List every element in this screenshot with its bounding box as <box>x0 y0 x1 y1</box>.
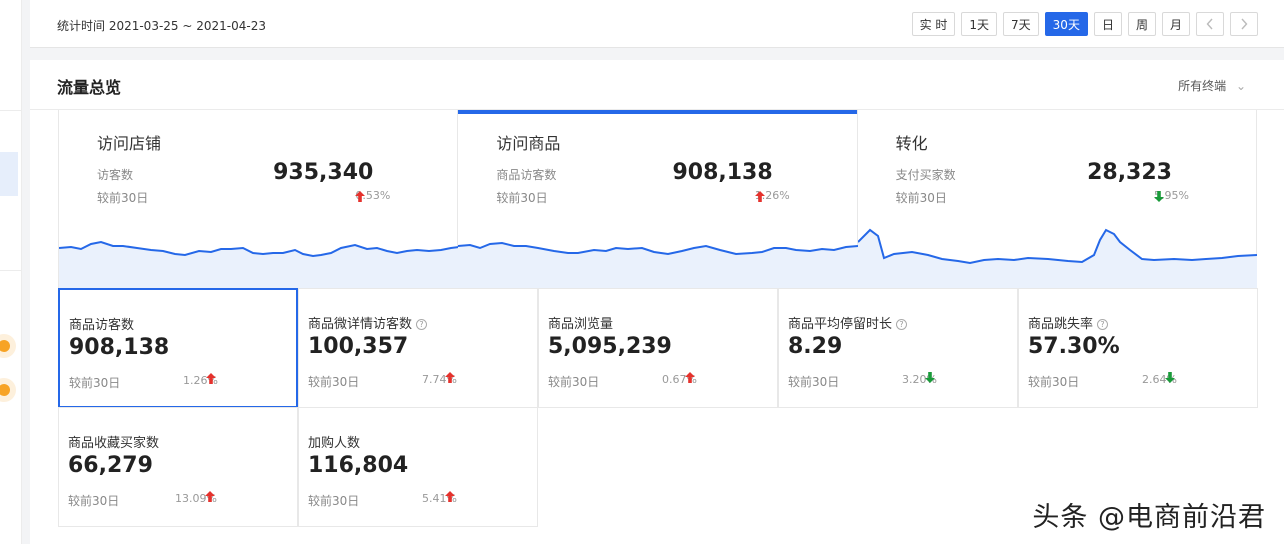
next-period-button[interactable] <box>1230 12 1258 36</box>
arrow-down-icon <box>1154 191 1165 202</box>
notification-dot-icon[interactable] <box>0 384 10 396</box>
metric-value: 8.29 <box>788 334 843 359</box>
overview-metric-label: 商品访客数 <box>496 168 557 182</box>
overview-card-title: 转化 <box>895 134 928 153</box>
overview-compare-label: 较前30日 <box>97 191 149 205</box>
traffic-overview-panel: 流量总览 所有终端 ⌄ 访问店铺 访客数 935,340 较前30日 0.53%… <box>30 60 1284 544</box>
sidebar-active-item[interactable] <box>0 152 18 196</box>
arrow-down-icon <box>1165 372 1175 383</box>
metric-value: 5,095,239 <box>548 334 672 359</box>
overview-compare-label: 较前30日 <box>496 191 548 205</box>
chevron-right-icon <box>1241 18 1248 30</box>
metric-name: 加购人数 <box>308 436 361 451</box>
overview-compare-label: 较前30日 <box>895 191 947 205</box>
prev-period-button[interactable] <box>1196 12 1224 36</box>
overview-change: 1.26% <box>754 189 790 202</box>
metric-value: 908,138 <box>69 335 170 360</box>
metric-card-bounce-rate[interactable]: 商品跳失率? 57.30% 较前30日 2.64% <box>1018 288 1258 408</box>
stats-time-bar: 统计时间 2021-03-25 ~ 2021-04-23 实 时 1天 7天 3… <box>30 0 1284 48</box>
left-sidebar-edge <box>0 0 22 544</box>
metric-name: 商品收藏买家数 <box>68 436 160 451</box>
metric-card-add-to-cart[interactable]: 加购人数 116,804 较前30日 5.41% <box>298 407 538 527</box>
metric-compare-label: 较前30日 <box>69 376 121 390</box>
sidebar-divider <box>0 110 22 111</box>
date-range-label: 统计时间 2021-03-25 ~ 2021-04-23 <box>57 19 266 33</box>
overview-metric-value: 935,340 <box>273 160 374 185</box>
watermark: 头条 @电商前沿君 <box>1032 502 1266 533</box>
sparkline-chart <box>59 240 459 288</box>
metric-compare-label: 较前30日 <box>1028 375 1080 389</box>
arrow-up-icon <box>205 491 215 502</box>
overview-card-title: 访问店铺 <box>97 134 162 153</box>
help-icon[interactable]: ? <box>416 319 428 330</box>
metric-card-avg-stay-time[interactable]: 商品平均停留时长? 8.29 较前30日 3.20% <box>778 288 1018 408</box>
overview-change: 5.95% <box>1154 189 1189 202</box>
arrow-up-icon <box>685 372 695 383</box>
overview-card-product-visit[interactable]: 访问商品 商品访客数 908,138 较前30日 1.26% <box>458 110 859 288</box>
overview-metric-value: 908,138 <box>672 160 773 185</box>
metric-card-micro-detail-visitors[interactable]: 商品微详情访客数? 100,357 较前30日 7.74% <box>298 288 538 408</box>
chevron-left-icon <box>1206 18 1213 30</box>
overview-cards: 访问店铺 访客数 935,340 较前30日 0.53% 访问商品 商品访客数 … <box>58 110 1257 289</box>
period-button-realtime[interactable]: 实 时 <box>911 12 956 36</box>
period-button-30d[interactable]: 30天 <box>1044 12 1088 36</box>
period-button-month[interactable]: 月 <box>1161 12 1190 36</box>
metric-value: 100,357 <box>308 334 409 359</box>
sparkline-chart <box>458 241 859 288</box>
arrow-down-icon <box>925 372 935 383</box>
metric-card-product-visitors[interactable]: 商品访客数 908,138 较前30日 1.26% <box>58 288 298 408</box>
period-button-7d[interactable]: 7天 <box>1003 12 1039 36</box>
metric-value: 66,279 <box>68 453 153 478</box>
panel-title: 流量总览 <box>57 78 122 97</box>
overview-metric-label: 支付买家数 <box>895 168 956 182</box>
notification-dot-icon[interactable] <box>0 340 10 352</box>
metric-compare-label: 较前30日 <box>68 494 120 508</box>
metric-compare-label: 较前30日 <box>308 375 360 389</box>
arrow-up-icon <box>206 373 216 384</box>
period-buttons: 实 时 1天 7天 30天 日 周 月 <box>911 12 1258 36</box>
overview-card-conversion[interactable]: 转化 支付买家数 28,323 较前30日 5.95% <box>857 110 1257 288</box>
metric-name: 商品微详情访客数? <box>308 313 428 332</box>
help-icon[interactable]: ? <box>896 319 908 330</box>
overview-metric-value: 28,323 <box>1087 160 1172 185</box>
period-button-1d[interactable]: 1天 <box>961 12 998 36</box>
metric-value: 57.30% <box>1028 334 1120 359</box>
overview-card-store-visit[interactable]: 访问店铺 访客数 935,340 较前30日 0.53% <box>59 110 459 288</box>
overview-change: 0.53% <box>355 189 391 202</box>
metric-compare-label: 较前30日 <box>548 375 600 389</box>
help-icon[interactable]: ? <box>1097 319 1109 330</box>
metric-name: 商品跳失率? <box>1028 313 1109 332</box>
metric-card-page-views[interactable]: 商品浏览量 5,095,239 较前30日 0.67% <box>538 288 778 408</box>
overview-metric-label: 访客数 <box>97 168 134 182</box>
metric-card-favorite-buyers[interactable]: 商品收藏买家数 66,279 较前30日 13.09% <box>58 407 298 527</box>
metric-name: 商品访客数 <box>69 318 135 333</box>
arrow-up-icon <box>355 191 366 202</box>
arrow-up-icon <box>445 491 455 502</box>
arrow-up-icon <box>754 191 765 202</box>
arrow-up-icon <box>445 372 455 383</box>
period-button-week[interactable]: 周 <box>1127 12 1156 36</box>
sparkline-chart <box>857 228 1257 288</box>
chevron-down-icon: ⌄ <box>1235 79 1246 93</box>
period-button-day[interactable]: 日 <box>1093 12 1122 36</box>
sidebar-divider <box>0 270 22 271</box>
overview-card-title: 访问商品 <box>496 134 561 153</box>
metric-value: 116,804 <box>308 453 409 478</box>
terminal-select-value: 所有终端 <box>1178 79 1227 93</box>
metric-name: 商品浏览量 <box>548 317 614 332</box>
metric-compare-label: 较前30日 <box>308 494 360 508</box>
metric-compare-label: 较前30日 <box>788 375 840 389</box>
terminal-select[interactable]: 所有终端 ⌄ <box>1178 77 1246 94</box>
metric-name: 商品平均停留时长? <box>788 313 908 332</box>
